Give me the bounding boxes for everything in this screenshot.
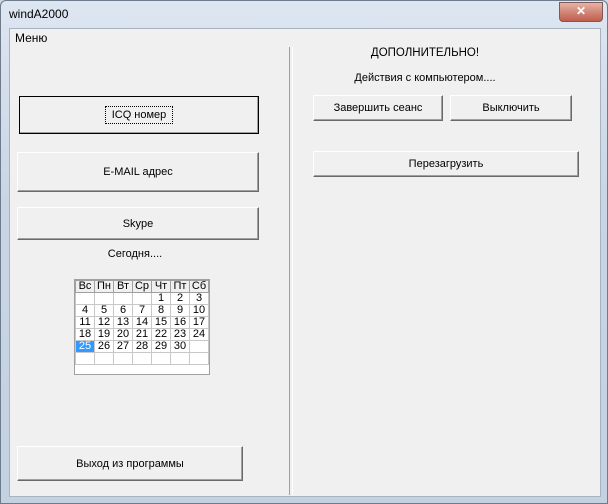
calendar-day[interactable] — [75, 352, 95, 365]
calendar-day[interactable]: 3 — [189, 292, 209, 305]
email-button-label: E-MAIL адрес — [103, 166, 173, 178]
calendar-day[interactable] — [94, 292, 114, 305]
menu-item[interactable]: Меню — [15, 31, 47, 45]
icq-button-label: ICQ номер — [104, 106, 174, 124]
shutdown-button-label: Выключить — [482, 102, 540, 114]
icq-button[interactable]: ICQ номер — [19, 96, 259, 134]
calendar-day[interactable]: 5 — [94, 304, 114, 317]
calendar-day[interactable] — [113, 292, 133, 305]
calendar-day[interactable] — [189, 340, 209, 353]
weekday-header: Чт — [151, 280, 171, 293]
app-window: windA2000 ✕ Меню ICQ номер E-MAIL адрес … — [0, 0, 608, 504]
calendar-day[interactable]: 1 — [151, 292, 171, 305]
weekday-header: Сб — [189, 280, 209, 293]
calendar-day[interactable]: 15 — [151, 316, 171, 329]
calendar-week: 18 19 20 21 22 23 24 — [75, 328, 209, 341]
shutdown-button[interactable]: Выключить — [450, 95, 572, 121]
calendar-grid: Вс Пн Вт Ср Чт Пт Сб 1 2 3 4 5 6 7 8 9 10 11 12 13 14 15 16 17… — [75, 280, 209, 365]
calendar-day[interactable]: 22 — [151, 328, 171, 341]
calendar-day[interactable]: 28 — [132, 340, 152, 353]
exit-button[interactable]: Выход из программы — [17, 446, 243, 481]
calendar-day[interactable]: 30 — [170, 340, 190, 353]
calendar-day[interactable]: 29 — [151, 340, 171, 353]
vertical-divider — [289, 47, 293, 495]
calendar-day[interactable]: 11 — [75, 316, 95, 329]
calendar-day[interactable]: 8 — [151, 304, 171, 317]
calendar-week: 123 — [75, 292, 209, 305]
calendar-day[interactable] — [170, 352, 190, 365]
calendar-day[interactable]: 16 — [170, 316, 190, 329]
calendar-day[interactable]: 9 — [170, 304, 190, 317]
calendar-day[interactable] — [132, 352, 152, 365]
weekday-header: Вс — [75, 280, 95, 293]
calendar-day[interactable] — [75, 292, 95, 305]
close-button[interactable]: ✕ — [559, 2, 603, 22]
calendar-week — [75, 352, 209, 365]
calendar-day[interactable]: 20 — [113, 328, 133, 341]
calendar-day[interactable] — [94, 352, 114, 365]
window-title: windA2000 — [9, 7, 69, 21]
calendar-week: 11 12 13 14 15 16 17 — [75, 316, 209, 329]
skype-button[interactable]: Skype — [17, 207, 259, 240]
client-area: Меню ICQ номер E-MAIL адрес Skype Сегодн… — [9, 28, 601, 497]
calendar-day[interactable]: 6 — [113, 304, 133, 317]
weekday-header: Вт — [113, 280, 133, 293]
calendar-day[interactable]: 13 — [113, 316, 133, 329]
calendar-day[interactable]: 26 — [94, 340, 114, 353]
logoff-button-label: Завершить сеанс — [333, 102, 423, 114]
right-subheading: Действия с компьютером.... — [354, 72, 496, 84]
restart-button[interactable]: Перезагрузить — [313, 151, 579, 177]
today-label: Сегодня.... — [107, 248, 163, 260]
calendar-day[interactable]: 10 — [189, 304, 209, 317]
calendar-week: 25 26 27 28 29 30 — [75, 340, 209, 353]
weekday-header: Пн — [94, 280, 114, 293]
weekday-header: Пт — [170, 280, 190, 293]
calendar-day[interactable] — [113, 352, 133, 365]
email-button[interactable]: E-MAIL адрес — [17, 152, 259, 192]
title-bar[interactable]: windA2000 ✕ — [1, 1, 607, 27]
restart-button-label: Перезагрузить — [408, 158, 484, 170]
calendar-day[interactable]: 17 — [189, 316, 209, 329]
calendar-day[interactable] — [132, 292, 152, 305]
right-heading: ДОПОЛНИТЕЛЬНО! — [370, 47, 480, 59]
skype-button-label: Skype — [122, 217, 154, 230]
calendar-day[interactable]: 4 — [75, 304, 95, 317]
exit-button-label: Выход из программы — [76, 457, 184, 470]
calendar[interactable]: Вс Пн Вт Ср Чт Пт Сб 1 2 3 4 5 6 7 8 9 10 11 12 13 14 15 16 17… — [74, 279, 210, 375]
calendar-day[interactable] — [189, 352, 209, 365]
calendar-day[interactable]: 2 — [170, 292, 190, 305]
calendar-day[interactable] — [151, 352, 171, 365]
calendar-day[interactable]: 21 — [132, 328, 152, 341]
calendar-week: 4 5 6 7 8 9 10 — [75, 304, 209, 317]
calendar-day[interactable]: 27 — [113, 340, 133, 353]
weekday-header: Ср — [132, 280, 152, 293]
calendar-day[interactable]: 14 — [132, 316, 152, 329]
calendar-day[interactable]: 18 — [75, 328, 95, 341]
close-icon: ✕ — [575, 4, 587, 18]
calendar-day[interactable]: 24 — [189, 328, 209, 341]
calendar-day[interactable]: 19 — [94, 328, 114, 341]
calendar-day[interactable]: 23 — [170, 328, 190, 341]
calendar-day[interactable]: 12 — [94, 316, 114, 329]
logoff-button[interactable]: Завершить сеанс — [313, 95, 443, 121]
calendar-day[interactable]: 25 — [75, 340, 95, 353]
calendar-day[interactable]: 7 — [132, 304, 152, 317]
